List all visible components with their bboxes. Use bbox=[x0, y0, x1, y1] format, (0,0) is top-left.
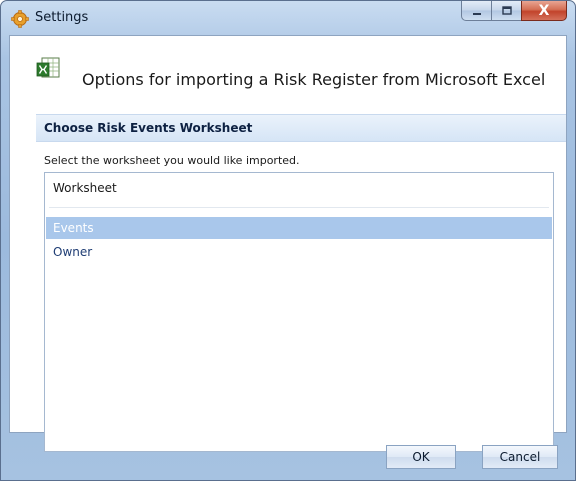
settings-window: Settings X Options for importing a Risk … bbox=[0, 0, 576, 481]
section-header: Choose Risk Events Worksheet bbox=[36, 114, 566, 142]
close-icon: X bbox=[538, 2, 550, 19]
list-item-events[interactable]: Events bbox=[46, 217, 552, 239]
cancel-button[interactable]: Cancel bbox=[482, 445, 558, 469]
window-title: Settings bbox=[35, 10, 89, 25]
caption-buttons: X bbox=[461, 1, 567, 21]
minimize-button[interactable] bbox=[461, 1, 491, 21]
gear-icon bbox=[11, 10, 29, 28]
maximize-icon bbox=[501, 5, 512, 15]
minimize-icon bbox=[472, 12, 481, 15]
worksheet-list[interactable]: Worksheet Events Owner bbox=[44, 172, 554, 452]
ok-button[interactable]: OK bbox=[386, 445, 456, 469]
section-title: Choose Risk Events Worksheet bbox=[44, 121, 253, 135]
dialog-title: Options for importing a Risk Register fr… bbox=[82, 70, 546, 89]
list-column-header: Worksheet bbox=[53, 181, 117, 195]
dialog-header: Options for importing a Risk Register fr… bbox=[10, 36, 566, 89]
maximize-button[interactable] bbox=[491, 1, 521, 21]
excel-icon bbox=[36, 57, 60, 78]
dialog-footer: OK Cancel bbox=[9, 439, 567, 475]
dialog-content: Options for importing a Risk Register fr… bbox=[9, 35, 567, 452]
title-bar[interactable]: Settings X bbox=[1, 1, 575, 35]
list-item-owner[interactable]: Owner bbox=[46, 241, 552, 263]
close-button[interactable]: X bbox=[521, 1, 567, 21]
list-header-divider bbox=[49, 207, 549, 208]
instruction-text: Select the worksheet you would like impo… bbox=[44, 154, 300, 167]
